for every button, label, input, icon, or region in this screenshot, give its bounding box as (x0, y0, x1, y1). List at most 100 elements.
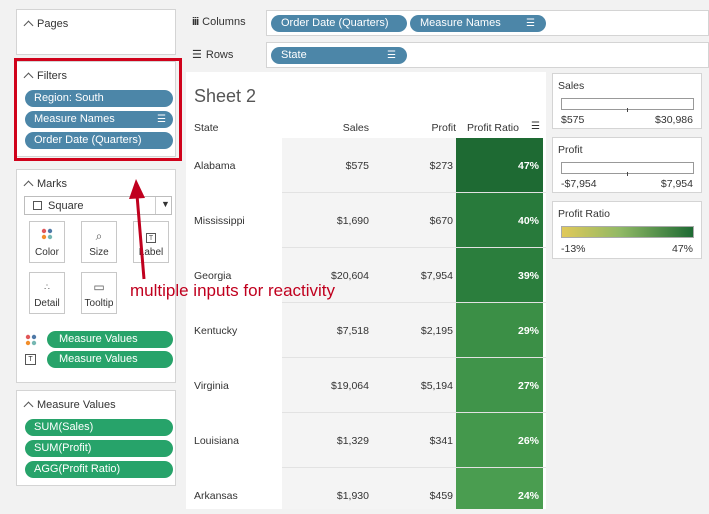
rows-icon: ☰ (192, 49, 202, 61)
square-icon (33, 201, 42, 210)
pill-label: Measure Values (59, 333, 138, 345)
filters-highlight-box (14, 58, 182, 161)
table-row[interactable]: Arkansas $1,930 $459 24% (186, 468, 546, 509)
measure-values-header[interactable]: Measure Values (23, 399, 116, 412)
profit-legend: Profit -$7,954 $7,954 (552, 137, 702, 193)
header-state[interactable]: State (194, 122, 219, 134)
profit-ratio-legend-min: -13% (561, 243, 586, 255)
header-profit-ratio[interactable]: Profit Ratio (467, 122, 519, 134)
pill-label: SUM(Sales) (34, 421, 94, 433)
measure-pill-sum-sales[interactable]: SUM(Sales) (25, 419, 173, 436)
pill-label: Measure Names (420, 17, 501, 29)
columns-pill-measure-names[interactable]: Measure Names ☰ (410, 15, 546, 32)
collapse-caret-icon (23, 20, 34, 31)
marks-detail-button[interactable]: ∴ Detail (29, 272, 65, 314)
profit-ratio-cell: 24% (456, 468, 543, 509)
rows-label-text: Rows (205, 48, 234, 61)
columns-pill-order-date[interactable]: Order Date (Quarters) (271, 15, 407, 32)
rows-shelf-label: ☰ Rows (192, 48, 234, 62)
header-sales[interactable]: Sales (326, 122, 369, 134)
profit-cell: $341 (429, 435, 453, 447)
table-row[interactable]: Virginia $19,064 $5,194 27% (186, 358, 546, 413)
columns-shelf-label: iii Columns (192, 16, 246, 28)
sales-legend-tick (627, 108, 628, 112)
marks-color-button[interactable]: Color (29, 221, 65, 263)
pill-label: State (281, 49, 307, 61)
sales-cell: $19,064 (331, 380, 369, 392)
table-row[interactable]: Mississippi $1,690 $670 40% (186, 193, 546, 248)
profit-legend-tick (627, 172, 628, 176)
pages-title: Pages (37, 18, 69, 30)
marks-tooltip-button[interactable]: ▭ Tooltip (81, 272, 117, 314)
profit-ratio-cell: 27% (456, 358, 543, 413)
profit-legend-max: $7,954 (660, 178, 693, 190)
profit-ratio-legend-max: 47% (671, 243, 693, 255)
mark-type-value: Square (48, 200, 84, 212)
profit-ratio-legend: Profit Ratio -13% 47% (552, 201, 702, 259)
marks-title: Marks (37, 178, 67, 190)
profit-cell: $670 (429, 215, 453, 227)
chevron-down-icon[interactable]: ▼ (161, 199, 170, 209)
tooltip-icon: ▭ (93, 280, 105, 294)
profit-cell: $273 (429, 160, 453, 172)
measure-pill-profit-ratio[interactable]: AGG(Profit Ratio) (25, 461, 173, 478)
sort-icon[interactable]: ☰ (531, 121, 540, 132)
profit-cell: $7,954 (420, 270, 453, 282)
sort-icon: ☰ (526, 18, 535, 29)
detail-icon: ∴ (44, 282, 50, 292)
pages-header[interactable]: Pages (23, 18, 69, 31)
sales-legend-title: Sales (558, 80, 585, 92)
profit-ratio-cell: 26% (456, 413, 543, 468)
collapse-caret-icon (23, 401, 34, 412)
state-cell: Virginia (194, 380, 229, 392)
marks-detail-label: Detail (34, 298, 60, 309)
profit-ratio-cell: 39% (456, 248, 543, 303)
profit-cell: $459 (429, 490, 453, 502)
columns-shelf[interactable]: Order Date (Quarters) Measure Names ☰ (266, 10, 709, 36)
sales-cell: $1,930 (336, 490, 369, 502)
marks-size-button[interactable]: ⌕ Size (81, 221, 117, 263)
color-icon (41, 228, 53, 243)
sales-cell: $7,518 (336, 325, 369, 337)
sales-cell: $575 (345, 160, 369, 172)
table-row[interactable]: Louisiana $1,329 $341 26% (186, 413, 546, 468)
marks-color-field-pill[interactable]: Measure Values (47, 331, 173, 348)
sales-cell-bg (282, 468, 456, 509)
sales-legend-max: $30,986 (655, 114, 693, 126)
pages-panel: Pages (16, 9, 176, 55)
pill-label: AGG(Profit Ratio) (34, 463, 121, 475)
state-cell: Louisiana (194, 435, 239, 447)
measure-values-title: Measure Values (37, 399, 116, 411)
measure-pill-sum-profit[interactable]: SUM(Profit) (25, 440, 173, 457)
profit-cell: $5,194 (420, 380, 453, 392)
profit-legend-min: -$7,954 (561, 178, 597, 190)
rows-pill-state[interactable]: State ☰ (271, 47, 407, 64)
sort-icon: ☰ (387, 50, 396, 61)
sales-legend: Sales $575 $30,986 (552, 73, 702, 129)
marks-header[interactable]: Marks (23, 178, 67, 191)
profit-cell: $2,195 (420, 325, 453, 337)
sales-cell: $1,690 (336, 215, 369, 227)
marks-color-label: Color (35, 247, 59, 258)
size-icon: ⌕ (95, 229, 103, 243)
marks-label-field-pill[interactable]: Measure Values (47, 351, 173, 368)
collapse-caret-icon (23, 180, 34, 191)
annotation-text: multiple inputs for reactivity (130, 281, 336, 300)
state-cell: Mississippi (194, 215, 245, 227)
color-field-icon (25, 334, 37, 349)
sheet-title: Sheet 2 (194, 86, 257, 106)
sales-legend-min: $575 (561, 114, 585, 126)
header-profit[interactable]: Profit (412, 122, 456, 134)
state-cell: Alabama (194, 160, 236, 172)
pill-label: SUM(Profit) (34, 442, 92, 454)
marks-tooltip-label: Tooltip (84, 298, 114, 309)
profit-legend-title: Profit (558, 144, 583, 156)
table-row[interactable]: Kentucky $7,518 $2,195 29% (186, 303, 546, 358)
profit-ratio-cell: 29% (456, 303, 543, 358)
table-row[interactable]: Alabama $575 $273 47% (186, 138, 546, 193)
columns-icon: iii (192, 16, 199, 28)
annotation-arrow (129, 179, 146, 280)
pill-label: Order Date (Quarters) (281, 17, 389, 29)
rows-shelf[interactable]: State ☰ (266, 42, 709, 68)
profit-ratio-gradient-bar (561, 226, 694, 238)
